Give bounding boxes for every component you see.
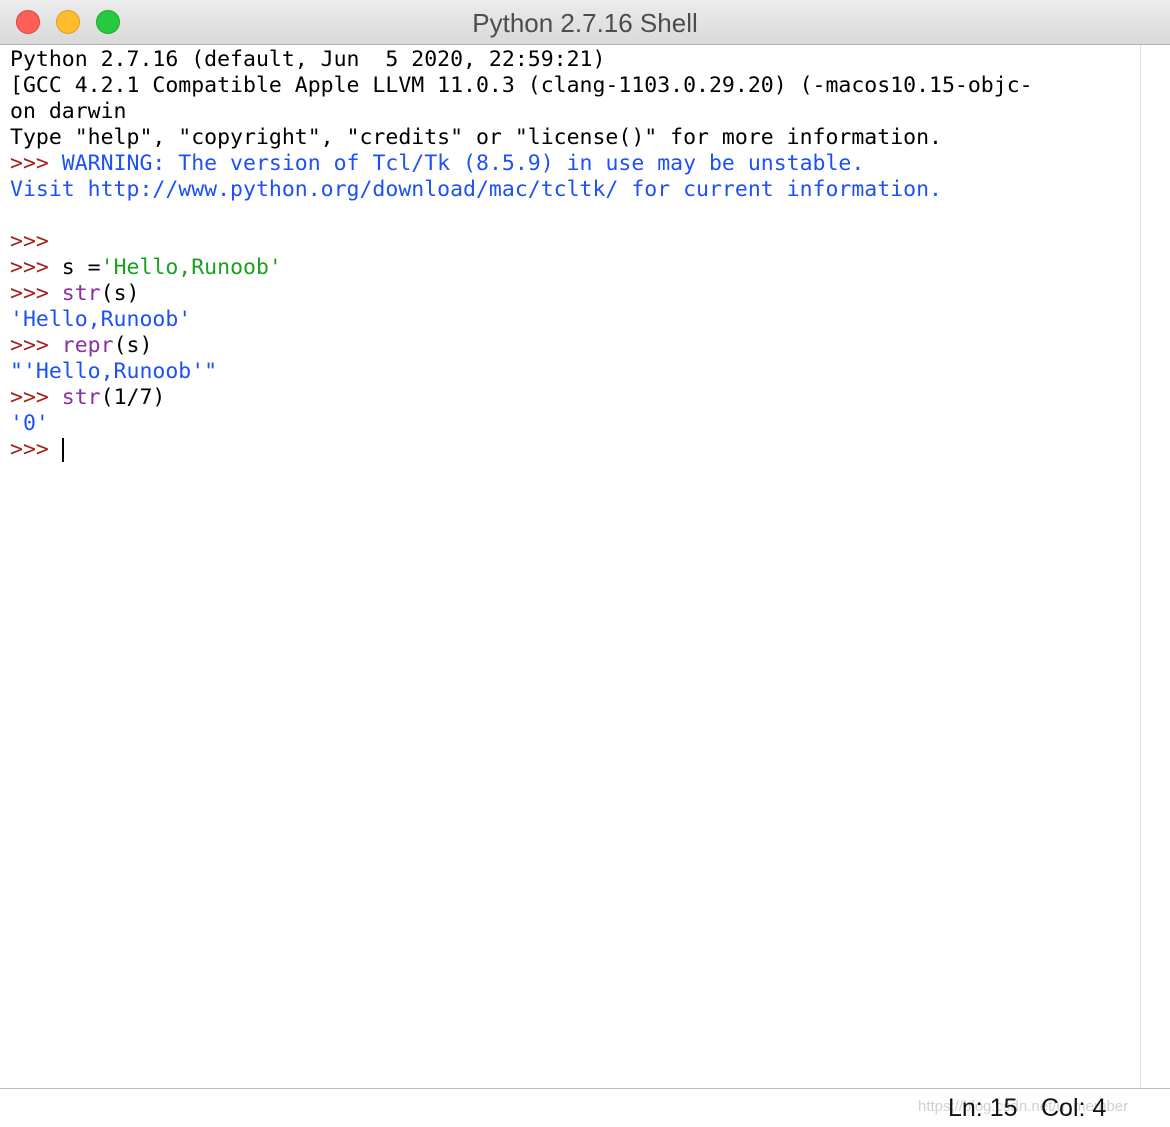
prompt: >>> [10,255,49,280]
input-line: >>> repr(s) [10,333,1135,359]
input-line: >>> str(s) [10,281,1135,307]
builtin-name: str [48,385,101,410]
code-text: s = [48,255,101,280]
prompt: >>> [10,151,49,176]
window-title: Python 2.7.16 Shell [472,8,698,38]
banner-line: Type "help", "copyright", "credits" or "… [10,125,942,150]
builtin-name: repr [48,333,114,358]
column-number-status: Col: 4 [1041,1094,1107,1122]
code-text: (s) [100,281,140,306]
input-line: >>> s ='Hello,Runoob' [10,255,1135,281]
shell-text-area[interactable]: Python 2.7.16 (default, Jun 5 2020, 22:5… [10,47,1135,463]
visit-line: Visit http://www.python.org/download/mac… [10,177,942,202]
line-number-status: Ln: 15 [948,1094,1018,1122]
vertical-scrollbar[interactable] [1140,45,1141,1088]
input-line: >>> str(1/7) [10,385,1135,411]
code-text: (1/7) [100,385,166,410]
prompt: >>> [10,333,49,358]
banner-line: on darwin [10,99,127,124]
banner-line: [GCC 4.2.1 Compatible Apple LLVM 11.0.3 … [10,73,1033,98]
output-line: "'Hello,Runoob'" [10,359,218,384]
title-bar: Python 2.7.16 Shell [0,0,1170,45]
prompt: >>> [10,229,49,254]
text-cursor [61,438,64,462]
output-line: '0' [10,411,49,436]
banner-line: Python 2.7.16 (default, Jun 5 2020, 22:5… [10,47,606,72]
empty-prompt-line: >>> [10,229,1135,255]
warning-text: WARNING: The version of Tcl/Tk (8.5.9) i… [48,151,865,176]
warning-line: >>> WARNING: The version of Tcl/Tk (8.5.… [10,151,1135,177]
current-prompt-line[interactable]: >>> [10,437,1135,463]
builtin-name: str [48,281,101,306]
prompt: >>> [10,437,49,462]
string-literal: 'Hello,Runoob' [100,255,282,280]
prompt: >>> [10,281,49,306]
output-line: 'Hello,Runoob' [10,307,192,332]
code-text: (s) [113,333,153,358]
prompt: >>> [10,385,49,410]
